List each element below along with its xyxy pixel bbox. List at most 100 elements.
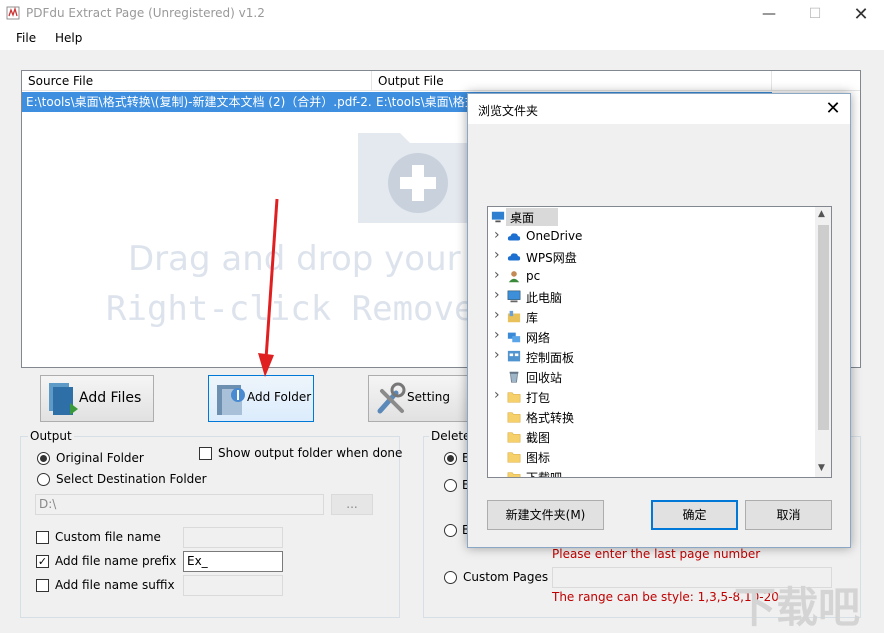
tree-item[interactable]: 桌面 — [488, 207, 815, 227]
output-group-title: Output — [28, 429, 74, 443]
scroll-up-icon[interactable]: ▲ — [818, 209, 825, 219]
scroll-down-icon[interactable]: ▼ — [818, 463, 825, 473]
folder-icon — [507, 452, 521, 463]
tree-item[interactable]: › 控制面板 — [488, 347, 815, 367]
add-folder-button[interactable]: Add Folder — [208, 375, 314, 422]
chevron-right-icon[interactable]: › — [494, 267, 500, 283]
column-header-filler — [772, 71, 860, 91]
title-bar: PDFdu Extract Page (Unregistered) v1.2 —… — [0, 0, 884, 28]
tree-item[interactable]: 图标 — [488, 447, 815, 467]
add-prefix-checkbox[interactable]: ✓ — [36, 555, 49, 568]
recycle-bin-icon — [509, 371, 519, 383]
add-files-button[interactable]: Add Files — [40, 375, 154, 422]
new-folder-button[interactable]: 新建文件夹(M) — [487, 500, 604, 530]
svg-text:下载吧: 下载吧 — [734, 583, 860, 632]
delete-option-radio-2[interactable] — [444, 479, 457, 492]
scrollbar-thumb[interactable] — [818, 225, 829, 430]
tree-item-label: 库 — [526, 311, 539, 325]
maximize-icon: ☐ — [808, 6, 822, 22]
add-files-icon — [49, 383, 78, 415]
setting-button[interactable]: Setting — [368, 375, 468, 422]
chevron-right-icon[interactable]: › — [494, 387, 500, 403]
app-icon — [6, 6, 20, 20]
custom-name-label[interactable]: Custom file name — [55, 530, 161, 544]
watermark-logo: 下载吧 — [734, 583, 860, 632]
chevron-right-icon[interactable]: › — [494, 327, 500, 343]
delete-option-radio-1[interactable] — [444, 452, 457, 465]
original-folder-radio[interactable] — [37, 452, 50, 465]
tree-item[interactable]: 回收站 — [488, 367, 815, 387]
tree-scrollbar[interactable]: ▲ ▼ — [815, 207, 831, 477]
tools-icon — [377, 382, 406, 414]
browse-button[interactable]: ... — [331, 494, 373, 515]
pointer-arrow — [258, 198, 279, 377]
tree-item[interactable]: › 库 — [488, 307, 815, 327]
menu-help[interactable]: Help — [55, 31, 82, 45]
custom-pages-radio[interactable] — [444, 571, 457, 584]
add-suffix-checkbox[interactable] — [36, 579, 49, 592]
column-header-output[interactable]: Output File — [372, 71, 772, 91]
chevron-right-icon[interactable]: › — [494, 287, 500, 303]
close-icon: ✕ — [825, 98, 841, 119]
original-folder-label[interactable]: Original Folder — [56, 451, 144, 465]
chevron-right-icon[interactable]: › — [494, 307, 500, 323]
tree-item[interactable]: 格式转换 — [488, 407, 815, 427]
tree-item[interactable]: › pc — [488, 267, 815, 287]
chevron-right-icon[interactable]: › — [494, 347, 500, 363]
folder-tree-rows: 桌面 › OneDrive › WPS网盘 › pc › 此电脑 › 库 › 网络 › 控制面板 回收站 › 打包… — [488, 207, 815, 478]
tree-item-label: 回收站 — [526, 371, 563, 385]
tree-item-label: 下载吧 — [526, 471, 563, 478]
library-icon — [507, 310, 521, 323]
show-folder-checkbox[interactable] — [199, 447, 212, 460]
source-file-cell: E:\tools\桌面\格式转换\(复制)-新建文本文档 (2)（合并）.pdf… — [22, 92, 372, 112]
desktop-icon — [491, 211, 505, 223]
select-destination-radio[interactable] — [37, 473, 50, 486]
chevron-right-icon[interactable]: › — [494, 247, 500, 263]
setting-label: Setting — [407, 390, 450, 404]
destination-path-input[interactable]: D:\ — [35, 494, 324, 515]
dialog-close-button[interactable]: ✕ — [818, 96, 848, 122]
menu-file[interactable]: File — [16, 31, 36, 45]
close-button[interactable]: ✕ — [838, 0, 884, 28]
column-header-source[interactable]: Source File — [22, 71, 372, 91]
drop-hint-line-2: Right-click Remove — [106, 289, 475, 329]
network-icon — [507, 332, 521, 343]
delete-group-title: Delete — [429, 429, 473, 443]
select-destination-label[interactable]: Select Destination Folder — [56, 472, 207, 486]
delete-option-radio-3[interactable] — [444, 524, 457, 537]
user-icon — [508, 271, 520, 283]
dialog-title-bar: 浏览文件夹 ✕ — [468, 94, 850, 124]
chevron-right-icon[interactable]: › — [494, 227, 500, 243]
custom-pages-label[interactable]: Custom Pages — [463, 570, 548, 584]
tree-item[interactable]: › WPS网盘 — [488, 247, 815, 267]
drop-hint-line-1: Drag and drop your fi — [128, 239, 493, 279]
tree-item[interactable]: 截图 — [488, 427, 815, 447]
cloud-icon — [507, 253, 521, 261]
folder-tree[interactable]: 桌面 › OneDrive › WPS网盘 › pc › 此电脑 › 库 › 网络 › 控制面板 回收站 › 打包… — [487, 206, 832, 478]
tree-item[interactable]: › OneDrive — [488, 227, 815, 247]
custom-name-checkbox[interactable] — [36, 531, 49, 544]
tree-item[interactable]: 下载吧 — [488, 467, 815, 478]
tree-item[interactable]: › 此电脑 — [488, 287, 815, 307]
add-folder-label: Add Folder — [247, 390, 312, 404]
control-panel-icon — [507, 350, 521, 362]
tree-item-label: 图标 — [526, 451, 551, 465]
tree-item-label: WPS网盘 — [526, 251, 577, 265]
cancel-button[interactable]: 取消 — [745, 500, 832, 530]
computer-icon — [507, 290, 521, 303]
show-folder-label[interactable]: Show output folder when done — [218, 446, 402, 460]
tree-item[interactable]: › 网络 — [488, 327, 815, 347]
suffix-input[interactable] — [183, 575, 283, 596]
custom-name-input[interactable] — [183, 527, 283, 548]
tree-item[interactable]: › 打包 — [488, 387, 815, 407]
tree-item-label: 控制面板 — [526, 351, 575, 365]
add-prefix-label[interactable]: Add file name prefix — [55, 554, 176, 568]
maximize-button[interactable]: ☐ — [792, 0, 838, 28]
prefix-input[interactable]: Ex_ — [183, 551, 283, 572]
add-files-label: Add Files — [79, 390, 142, 406]
tree-item-label: 打包 — [526, 391, 551, 405]
add-suffix-label[interactable]: Add file name suffix — [55, 578, 175, 592]
minimize-button[interactable]: — — [746, 0, 792, 28]
tree-item-label: 此电脑 — [526, 291, 563, 305]
ok-button[interactable]: 确定 — [651, 500, 738, 530]
